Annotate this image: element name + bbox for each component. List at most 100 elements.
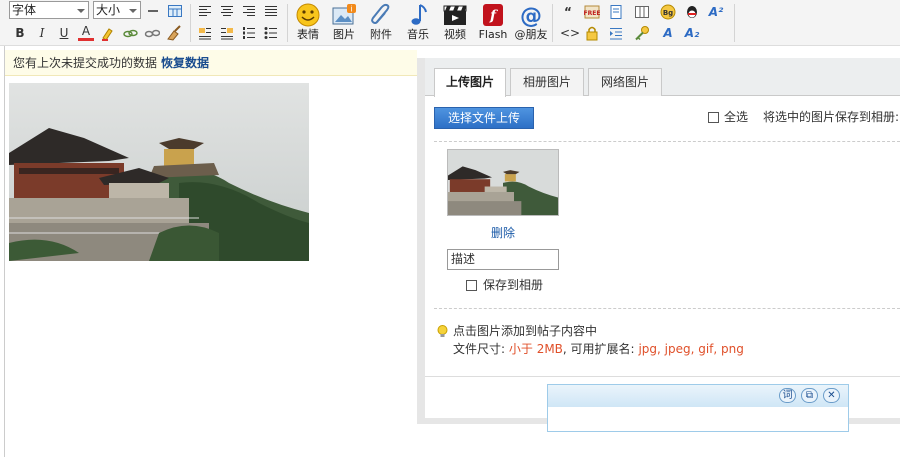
clapperboard-icon: [443, 5, 467, 25]
highlight-icon[interactable]: [100, 25, 116, 41]
svg-text:Bg: Bg: [663, 9, 673, 17]
floating-mini-panel: 词 ⧉ ✕: [547, 384, 849, 432]
delete-image-link[interactable]: 删除: [491, 224, 515, 241]
restore-window-icon[interactable]: ⧉: [801, 388, 818, 403]
lightbulb-icon: [437, 325, 448, 337]
editor-toolbar: 字体 大小 B I U A 表情 i 图片 附件 音乐 视频 f Flash @…: [0, 0, 900, 46]
editor-border: [4, 46, 5, 457]
temple-photo-image: [9, 83, 309, 261]
flash-icon: f: [483, 4, 503, 26]
image-label: 图片: [333, 28, 355, 41]
restore-notice: 您有上次未提交成功的数据 恢复数据: [5, 50, 417, 76]
file-size-label: 文件尺寸:: [453, 342, 506, 356]
music-label: 音乐: [407, 28, 429, 41]
close-icon[interactable]: ✕: [823, 388, 840, 403]
underline-button[interactable]: U: [56, 25, 72, 41]
subscript-icon[interactable]: A₂: [684, 25, 700, 41]
image-description-input[interactable]: 描述: [447, 249, 559, 270]
extension-value: jpg, jpeg, gif, png: [638, 342, 744, 356]
restore-notice-text: 您有上次未提交成功的数据: [13, 56, 158, 70]
dashed-divider: [434, 308, 900, 309]
layout-icon[interactable]: [634, 4, 650, 20]
unlink-icon[interactable]: [144, 25, 161, 41]
extension-label: , 可用扩展名:: [562, 342, 635, 356]
music-button[interactable]: 音乐: [400, 3, 436, 43]
font-color-button[interactable]: A: [78, 25, 94, 41]
background-icon[interactable]: Bg: [660, 4, 676, 20]
align-center-icon[interactable]: [219, 3, 235, 19]
music-note-icon: [411, 4, 427, 25]
size-select[interactable]: 大小: [93, 1, 141, 19]
word-button[interactable]: 词: [779, 388, 796, 403]
mention-button[interactable]: @ @朋友: [512, 3, 550, 43]
clear-format-icon[interactable]: [166, 25, 182, 41]
flash-button[interactable]: f Flash: [475, 3, 511, 43]
float-right-icon[interactable]: [219, 25, 235, 41]
align-left-icon[interactable]: [197, 3, 213, 19]
link-icon[interactable]: [122, 25, 138, 41]
tab-album-image[interactable]: 相册图片: [510, 68, 584, 96]
file-size-value: 小于 2MB: [508, 342, 563, 356]
italic-button[interactable]: I: [34, 25, 50, 41]
code-icon[interactable]: <>: [560, 25, 580, 41]
float-left-icon[interactable]: [197, 25, 213, 41]
qq-icon[interactable]: [684, 4, 700, 20]
quote-icon[interactable]: “: [560, 4, 576, 20]
save-to-album-checkbox[interactable]: [466, 280, 477, 291]
bold-button[interactable]: B: [12, 25, 28, 41]
image-icon: i: [332, 4, 356, 25]
chevron-down-icon: [129, 9, 137, 13]
dialog-tabs: 上传图片 相册图片 网络图片: [425, 58, 900, 97]
emoticon-button[interactable]: 表情: [290, 3, 326, 43]
select-all-checkbox[interactable]: [708, 112, 719, 123]
inserted-photo[interactable]: [9, 83, 309, 261]
image-upload-panel: 上传图片 相册图片 网络图片 选择文件上传 全选 将选中的图片保存到相册: 删除…: [425, 58, 900, 418]
free-icon[interactable]: FREE: [584, 4, 600, 20]
font-select[interactable]: 字体: [9, 1, 89, 19]
tab-upload-image[interactable]: 上传图片: [434, 68, 506, 97]
toolbar-separator: [190, 4, 191, 42]
image-upload-dialog: 上传图片 相册图片 网络图片 选择文件上传 全选 将选中的图片保存到相册: 删除…: [417, 58, 900, 424]
unordered-list-icon[interactable]: [263, 25, 279, 41]
emoticon-label: 表情: [297, 28, 319, 41]
video-button[interactable]: 视频: [437, 3, 473, 43]
save-selected-label: 将选中的图片保存到相册:: [763, 110, 900, 124]
mention-label: @朋友: [514, 28, 548, 41]
toolbar-separator: [552, 4, 553, 42]
superscript-icon[interactable]: A²: [708, 4, 724, 20]
page-icon[interactable]: [608, 4, 624, 20]
font-style-icon[interactable]: A: [660, 25, 676, 41]
thumbnail-image: [448, 150, 558, 215]
table-icon[interactable]: [167, 3, 183, 19]
choose-file-upload-button[interactable]: 选择文件上传: [434, 107, 534, 129]
flash-label: Flash: [478, 28, 508, 41]
dashed-divider: [434, 141, 900, 142]
smiley-icon: [296, 3, 320, 27]
horizontal-rule-icon[interactable]: [145, 3, 161, 19]
svg-text:FREE: FREE: [584, 10, 600, 17]
chevron-down-icon: [77, 9, 85, 13]
align-right-icon[interactable]: [241, 3, 257, 19]
paperclip-icon: [371, 3, 390, 24]
size-select-value: 大小: [96, 3, 121, 17]
ordered-list-icon[interactable]: [241, 25, 257, 41]
at-sign-icon: @: [520, 4, 542, 27]
svg-text:@: @: [520, 4, 542, 27]
svg-text:i: i: [350, 5, 352, 14]
align-justify-icon[interactable]: [263, 3, 279, 19]
attachment-button[interactable]: 附件: [363, 3, 399, 43]
key-icon[interactable]: [634, 25, 650, 41]
uploaded-thumbnail[interactable]: [447, 149, 559, 216]
save-to-album-label: 保存到相册: [483, 278, 544, 292]
attachment-label: 附件: [370, 28, 392, 41]
image-button[interactable]: i 图片: [326, 3, 362, 43]
lock-icon[interactable]: [584, 25, 600, 41]
video-label: 视频: [444, 28, 466, 41]
select-all-label: 全选: [724, 110, 749, 124]
tab-web-image[interactable]: 网络图片: [588, 68, 662, 96]
restore-data-link[interactable]: 恢复数据: [161, 56, 209, 70]
upload-tip: 点击图片添加到帖子内容中: [453, 324, 598, 338]
font-select-value: 字体: [12, 3, 37, 17]
mini-panel-titlebar[interactable]: 词 ⧉ ✕: [548, 385, 848, 407]
indent-icon[interactable]: [608, 25, 624, 41]
